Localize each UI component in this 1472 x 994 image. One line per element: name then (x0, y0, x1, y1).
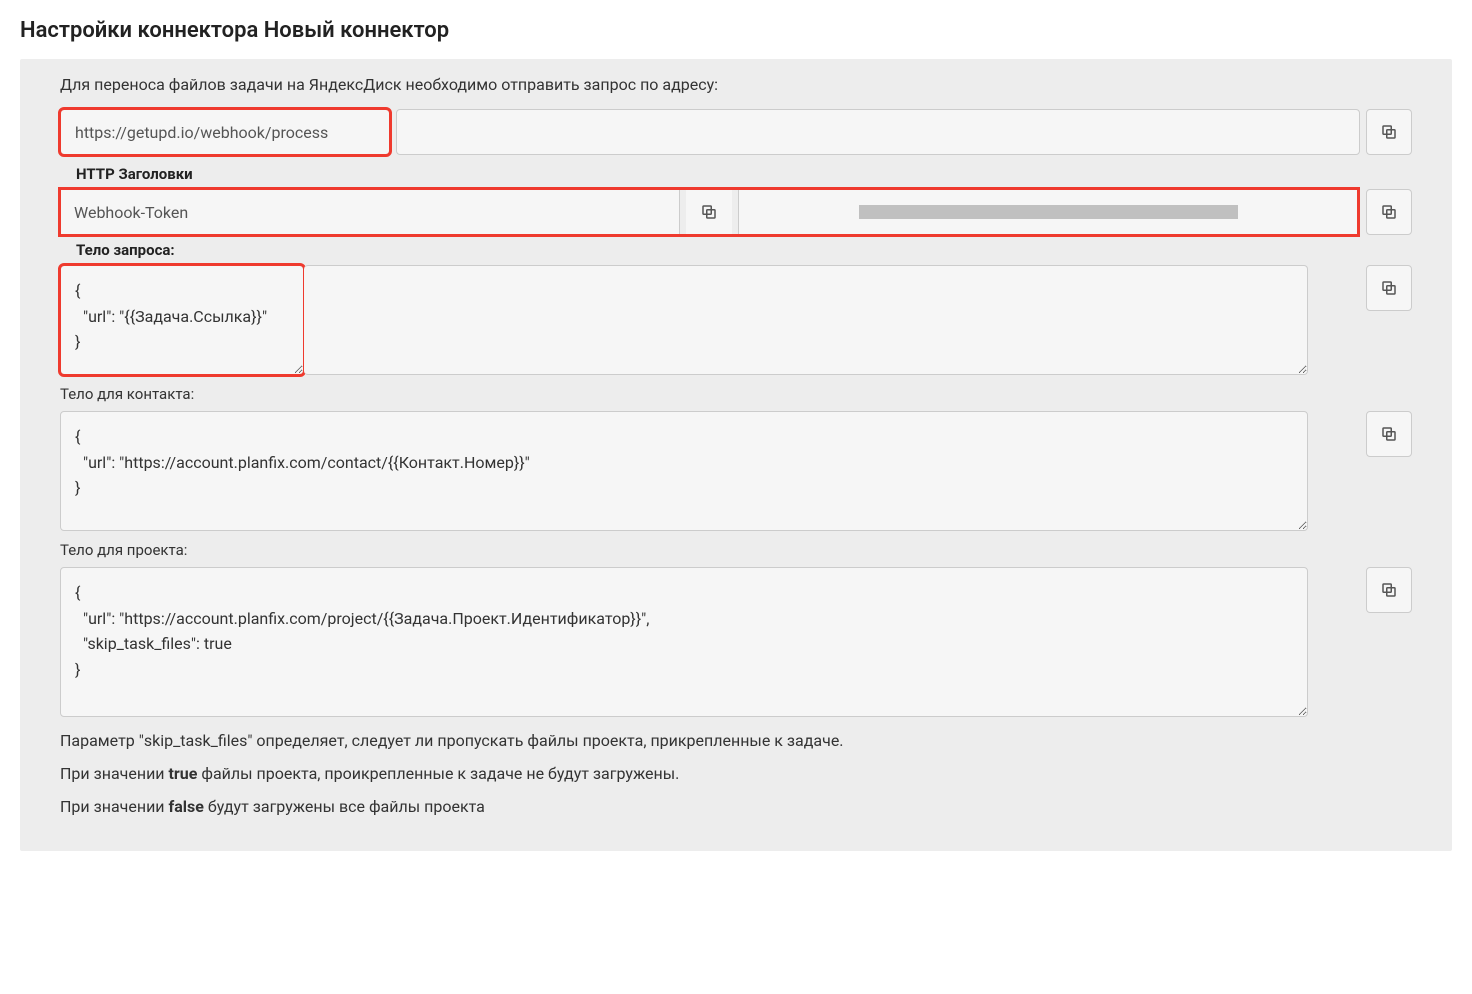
redacted-value (859, 205, 1237, 219)
copy-icon (1380, 581, 1398, 599)
body-label: Тело запроса: (76, 241, 1412, 259)
copy-header-value-button[interactable] (1366, 189, 1412, 235)
content-panel: Для переноса файлов задачи на ЯндексДиск… (20, 59, 1452, 851)
webhook-url-input[interactable] (60, 109, 390, 155)
copy-icon (1380, 123, 1398, 141)
note-line-3: При значении false будут загружены все ф… (60, 793, 1412, 822)
spacer (1314, 411, 1360, 531)
body-task-textarea[interactable] (60, 265, 304, 375)
http-headers-label: HTTP Заголовки (76, 165, 1412, 183)
copy-body-contact-button[interactable] (1366, 411, 1412, 457)
intro-text: Для переноса файлов задачи на ЯндексДиск… (60, 73, 1412, 97)
copy-icon (1380, 279, 1398, 297)
copy-header-name-button[interactable] (686, 189, 732, 235)
spacer (1314, 567, 1360, 717)
header-value-input[interactable] (738, 189, 1358, 235)
header-name-input[interactable] (60, 189, 680, 235)
body-project-label: Тело для проекта: (60, 541, 1412, 559)
page-title: Настройки коннектора Новый коннектор (0, 0, 1472, 59)
note-line-2: При значении true файлы проекта, проикре… (60, 760, 1412, 789)
body-contact-label: Тело для контакта: (60, 385, 1412, 403)
copy-icon (700, 203, 718, 221)
copy-icon (1380, 203, 1398, 221)
note-line-1: Параметр "skip_task_files" определяет, с… (60, 727, 1412, 756)
copy-body-project-button[interactable] (1366, 567, 1412, 613)
body-task-textarea-ext[interactable] (304, 265, 1308, 375)
copy-icon (1380, 425, 1398, 443)
body-contact-textarea[interactable] (60, 411, 1308, 531)
webhook-url-spacer (396, 109, 1360, 155)
body-project-textarea[interactable] (60, 567, 1308, 717)
copy-body-task-button[interactable] (1366, 265, 1412, 311)
copy-url-button[interactable] (1366, 109, 1412, 155)
spacer (1314, 265, 1360, 375)
